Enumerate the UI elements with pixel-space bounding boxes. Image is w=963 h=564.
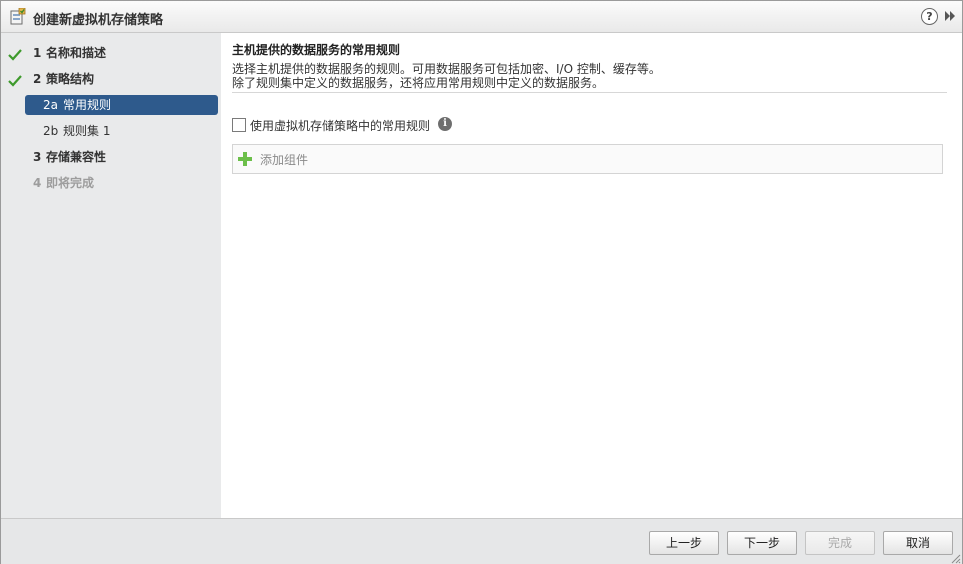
checkmark-icon xyxy=(8,47,22,61)
nav-step-label: 规则集 1 xyxy=(63,124,111,138)
add-component-button[interactable]: 添加组件 xyxy=(232,144,943,174)
nav-step-label: 即将完成 xyxy=(46,176,95,190)
nav-step-number: 2b xyxy=(43,124,59,138)
nav-step-4: 4 即将完成 xyxy=(1,173,221,193)
back-button[interactable]: 上一步 xyxy=(649,531,719,555)
dialog-title: 创建新虚拟机存储策略 xyxy=(33,13,164,28)
page-description-line-2: 除了规则集中定义的数据服务，还将应用常用规则中定义的数据服务。 xyxy=(232,76,605,90)
page-title: 主机提供的数据服务的常用规则 xyxy=(232,43,401,57)
info-icon[interactable]: i xyxy=(438,117,452,131)
wizard-steps-nav: 1 名称和描述 2 策略结构 2a 常用规则 2b 规则集 1 3 存储兼容性 … xyxy=(1,33,221,518)
nav-step-1[interactable]: 1 名称和描述 xyxy=(1,43,221,63)
nav-step-2b[interactable]: 2b 规则集 1 xyxy=(1,121,221,141)
nav-step-2[interactable]: 2 策略结构 xyxy=(1,69,221,89)
nav-step-label: 常用规则 xyxy=(63,98,112,112)
nav-step-label: 存储兼容性 xyxy=(46,150,107,164)
checkmark-icon xyxy=(8,73,22,87)
nav-step-number: 1 xyxy=(33,46,42,60)
nav-step-label: 名称和描述 xyxy=(46,46,107,60)
use-common-rules-label[interactable]: 使用虚拟机存储策略中的常用规则 xyxy=(250,117,430,134)
plus-icon xyxy=(238,152,252,166)
main-content: 主机提供的数据服务的常用规则 选择主机提供的数据服务的规则。可用数据服务可包括加… xyxy=(222,33,962,518)
nav-step-3[interactable]: 3 存储兼容性 xyxy=(1,147,221,167)
nav-step-label: 策略结构 xyxy=(46,72,95,86)
finish-button: 完成 xyxy=(805,531,875,555)
resize-grip-icon[interactable] xyxy=(951,553,961,564)
nav-step-number: 3 xyxy=(33,150,42,164)
cancel-button[interactable]: 取消 xyxy=(883,531,953,555)
storage-policy-icon xyxy=(10,7,26,25)
nav-step-number: 2a xyxy=(43,98,58,112)
nav-step-number: 4 xyxy=(33,176,42,190)
create-storage-policy-dialog: 创建新虚拟机存储策略 ? 1 名称和描述 2 策略结构 2a 常用规则 2b 规… xyxy=(0,0,963,564)
help-icon[interactable]: ? xyxy=(921,8,938,25)
dialog-footer: 上一步 下一步 完成 取消 xyxy=(1,518,962,564)
divider xyxy=(232,92,947,93)
add-component-label: 添加组件 xyxy=(260,153,309,167)
title-bar: 创建新虚拟机存储策略 ? xyxy=(1,1,962,33)
double-chevron-right-icon[interactable] xyxy=(943,9,957,23)
nav-step-2a[interactable]: 2a 常用规则 xyxy=(25,95,218,115)
use-common-rules-checkbox[interactable] xyxy=(232,118,246,132)
next-button[interactable]: 下一步 xyxy=(727,531,797,555)
nav-step-number: 2 xyxy=(33,72,42,86)
